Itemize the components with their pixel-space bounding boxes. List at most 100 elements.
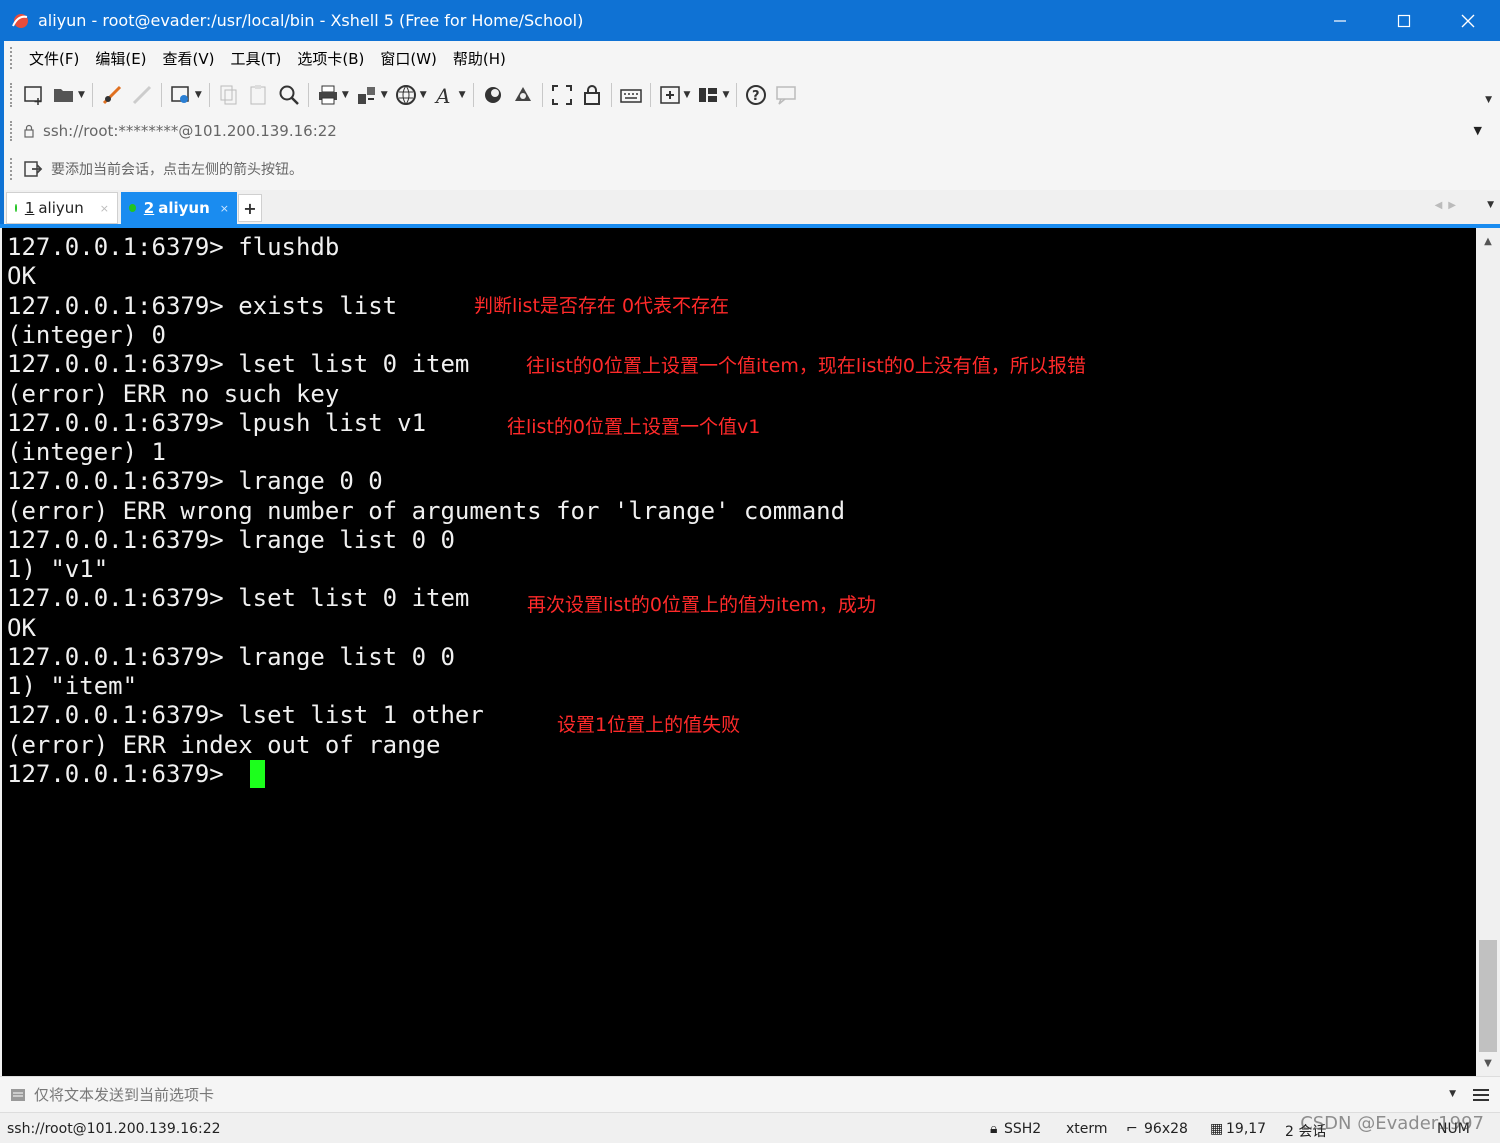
connected-status-dot: [15, 204, 17, 212]
compose-send-bar: 仅将文本发送到当前选项卡 ▼: [0, 1076, 1500, 1112]
maximize-button[interactable]: [1372, 0, 1436, 41]
status-protocol: SSH2: [1004, 1121, 1042, 1137]
message-button[interactable]: [774, 80, 798, 110]
properties-icon: [171, 86, 189, 103]
tab-session-1[interactable]: 1 aliyun ×: [6, 192, 118, 224]
menu-bar: 文件(F) 编辑(E) 查看(V) 工具(T) 选项卡(B) 窗口(W) 帮助(…: [0, 41, 1500, 75]
disconnect-button[interactable]: [130, 80, 154, 110]
toolbar-grip: [10, 83, 15, 107]
compose-icon: [11, 1088, 25, 1101]
menu-file[interactable]: 文件(F): [21, 48, 87, 69]
font-icon: A: [434, 84, 450, 107]
fullscreen-button[interactable]: [550, 80, 574, 110]
copy-button[interactable]: [217, 80, 241, 110]
paste-icon: [250, 85, 266, 105]
connect-button[interactable]: [100, 80, 124, 110]
transfer-button[interactable]: ▼: [355, 80, 388, 110]
terminal-line: 1) "v1": [7, 555, 109, 583]
scroll-thumb[interactable]: [1479, 940, 1497, 1052]
terminal-area[interactable]: 127.0.0.1:6379> flushdb OK 127.0.0.1:637…: [2, 228, 1476, 1076]
open-button[interactable]: ▼: [52, 80, 85, 110]
xshell-app-icon: [12, 13, 28, 28]
layout-button[interactable]: ▼: [696, 80, 729, 110]
close-icon: [1461, 14, 1475, 27]
globe-button[interactable]: ▼: [394, 80, 427, 110]
terminal-line: 127.0.0.1:6379> flushdb: [7, 233, 340, 261]
terminal-size-icon: ⌐: [1126, 1121, 1138, 1137]
address-dropdown-arrow[interactable]: ▼: [1474, 124, 1482, 137]
terminal-line: 127.0.0.1:6379> lpush list v1: [7, 409, 427, 437]
print-button[interactable]: ▼: [316, 80, 349, 110]
address-input[interactable]: ssh://root:********@101.200.139.16:22: [43, 122, 337, 140]
tab-label: aliyun: [158, 199, 210, 217]
connect-icon: [102, 85, 121, 105]
new-tab-plus-button[interactable]: +: [238, 194, 262, 222]
menu-grip: [10, 47, 15, 69]
new-session-button[interactable]: [22, 80, 46, 110]
terminal-line: 127.0.0.1:6379> lset list 1 other: [7, 701, 484, 729]
terminal-line: 127.0.0.1:6379>: [7, 760, 239, 788]
lock-button[interactable]: [580, 80, 604, 110]
menu-help[interactable]: 帮助(H): [445, 48, 514, 69]
status-bar: ssh://root@101.200.139.16:22 🔒︎ SSH2 xte…: [0, 1112, 1500, 1143]
terminal-cursor: [250, 760, 265, 788]
transfer-icon: [357, 87, 375, 104]
search-icon: [279, 85, 299, 105]
properties-button[interactable]: ▼: [169, 80, 202, 110]
toolbar-separator: [541, 83, 543, 107]
minimize-button[interactable]: [1308, 0, 1372, 41]
keyboard-button[interactable]: [619, 80, 643, 110]
terminal-line: 127.0.0.1:6379> lrange list 0 0: [7, 643, 455, 671]
toolbar-separator: [736, 83, 738, 107]
close-button[interactable]: [1436, 0, 1500, 41]
terminal-line: (error) ERR wrong number of arguments fo…: [7, 497, 846, 525]
tab-scroll-arrows[interactable]: ◀▶: [1435, 200, 1462, 211]
find-button[interactable]: [277, 80, 301, 110]
terminal-line: (integer) 0: [7, 321, 166, 349]
terminal-scrollbar[interactable]: ▲ ▼: [1476, 228, 1500, 1076]
xmanager-button[interactable]: [511, 80, 535, 110]
terminal-line: 127.0.0.1:6379> exists list: [7, 292, 398, 320]
toolbar-separator: [472, 83, 474, 107]
tab-number: 1: [24, 199, 35, 217]
paste-button[interactable]: [247, 80, 271, 110]
copy-icon: [220, 85, 237, 105]
add-tab-button[interactable]: ▼: [658, 80, 690, 110]
hamburger-menu-icon[interactable]: [1472, 1087, 1490, 1103]
maximize-icon: [1397, 14, 1411, 27]
add-session-arrow-icon[interactable]: [23, 159, 43, 179]
tab-session-2[interactable]: 2 aliyun ×: [121, 192, 237, 224]
font-button[interactable]: A ▼: [433, 80, 466, 110]
toolbar-separator: [649, 83, 651, 107]
window-title: aliyun - root@evader:/usr/local/bin - Xs…: [38, 11, 584, 30]
annotation-note: 再次设置list的0位置上的值为item，成功: [527, 594, 876, 616]
scroll-up-arrow[interactable]: ▲: [1476, 230, 1500, 252]
svg-text:A: A: [434, 84, 450, 107]
globe-icon: [395, 85, 416, 105]
hint-grip: [10, 157, 15, 180]
toolbar-separator: [160, 83, 162, 107]
toolbar-separator: [610, 83, 612, 107]
menu-tabs[interactable]: 选项卡(B): [289, 48, 372, 69]
new-session-icon: [24, 86, 42, 105]
menu-window[interactable]: 窗口(W): [372, 48, 445, 69]
connected-status-dot: [129, 204, 136, 212]
tab-list-dropdown[interactable]: ▼: [1487, 200, 1494, 210]
menu-edit[interactable]: 编辑(E): [87, 48, 154, 69]
toolbar-separator: [91, 83, 93, 107]
folder-icon: [54, 89, 73, 102]
tab-close-icon[interactable]: ×: [220, 202, 229, 215]
csdn-watermark: CSDN @Evader1997: [1300, 1113, 1484, 1134]
toolbar-overflow-arrow[interactable]: ▼: [1485, 95, 1492, 105]
xftp-button[interactable]: [481, 80, 505, 110]
minimize-icon: [1334, 19, 1346, 22]
menu-tools[interactable]: 工具(T): [223, 48, 290, 69]
tab-close-icon[interactable]: ×: [100, 202, 109, 215]
svg-text:?: ?: [752, 89, 760, 104]
menu-view[interactable]: 查看(V): [155, 48, 223, 69]
send-target-dropdown[interactable]: ▼: [1449, 1089, 1456, 1099]
toolbar: ▼ ▼ ▼ ▼ ▼ A ▼ ▼ ▼ ? ▼: [0, 75, 1500, 115]
help-button[interactable]: ?: [744, 80, 768, 110]
scroll-down-arrow[interactable]: ▼: [1476, 1052, 1500, 1074]
send-target-input[interactable]: 仅将文本发送到当前选项卡: [34, 1084, 214, 1105]
